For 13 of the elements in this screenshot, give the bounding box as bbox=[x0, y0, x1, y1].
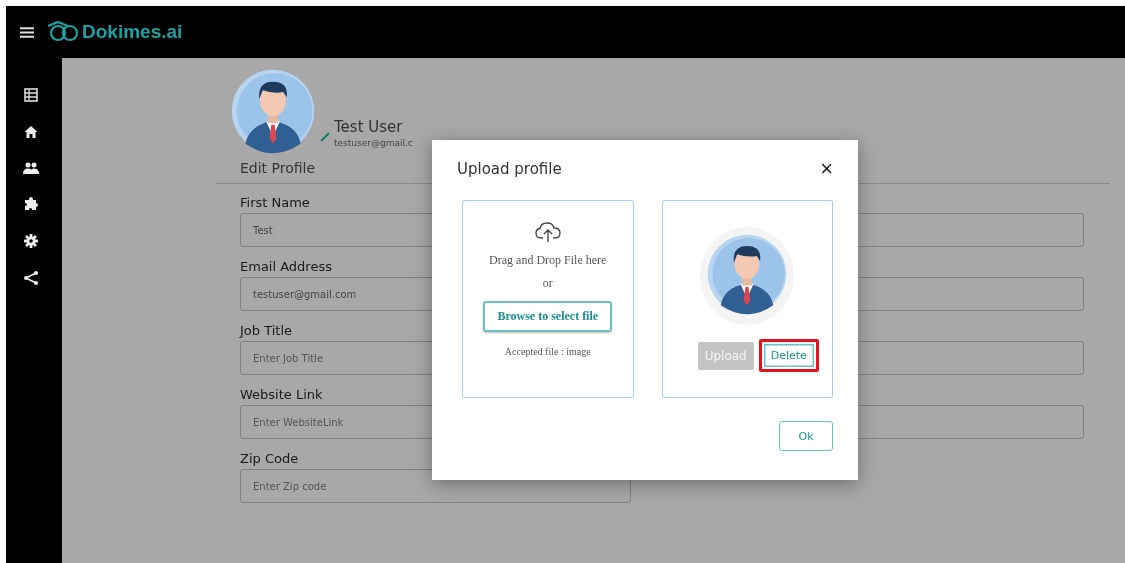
field-label: Job Title bbox=[240, 323, 293, 338]
dialog-title: Upload profile bbox=[457, 160, 562, 178]
section-title: Edit Profile bbox=[240, 160, 316, 178]
drop-hint: Drag and Drop File here bbox=[489, 253, 607, 268]
user-name: Test User bbox=[334, 118, 404, 136]
accepted-note: Accepted file : image bbox=[504, 346, 591, 357]
logo-text: Dokimes.ai bbox=[82, 21, 183, 43]
user-email: testuser@gmail.c bbox=[334, 138, 413, 148]
field-label: Zip Code bbox=[240, 451, 299, 466]
field-label: Email Address bbox=[240, 259, 332, 274]
or-text: or bbox=[542, 276, 553, 291]
field-label: First Name bbox=[240, 195, 310, 210]
field-label: Website Link bbox=[240, 387, 323, 402]
